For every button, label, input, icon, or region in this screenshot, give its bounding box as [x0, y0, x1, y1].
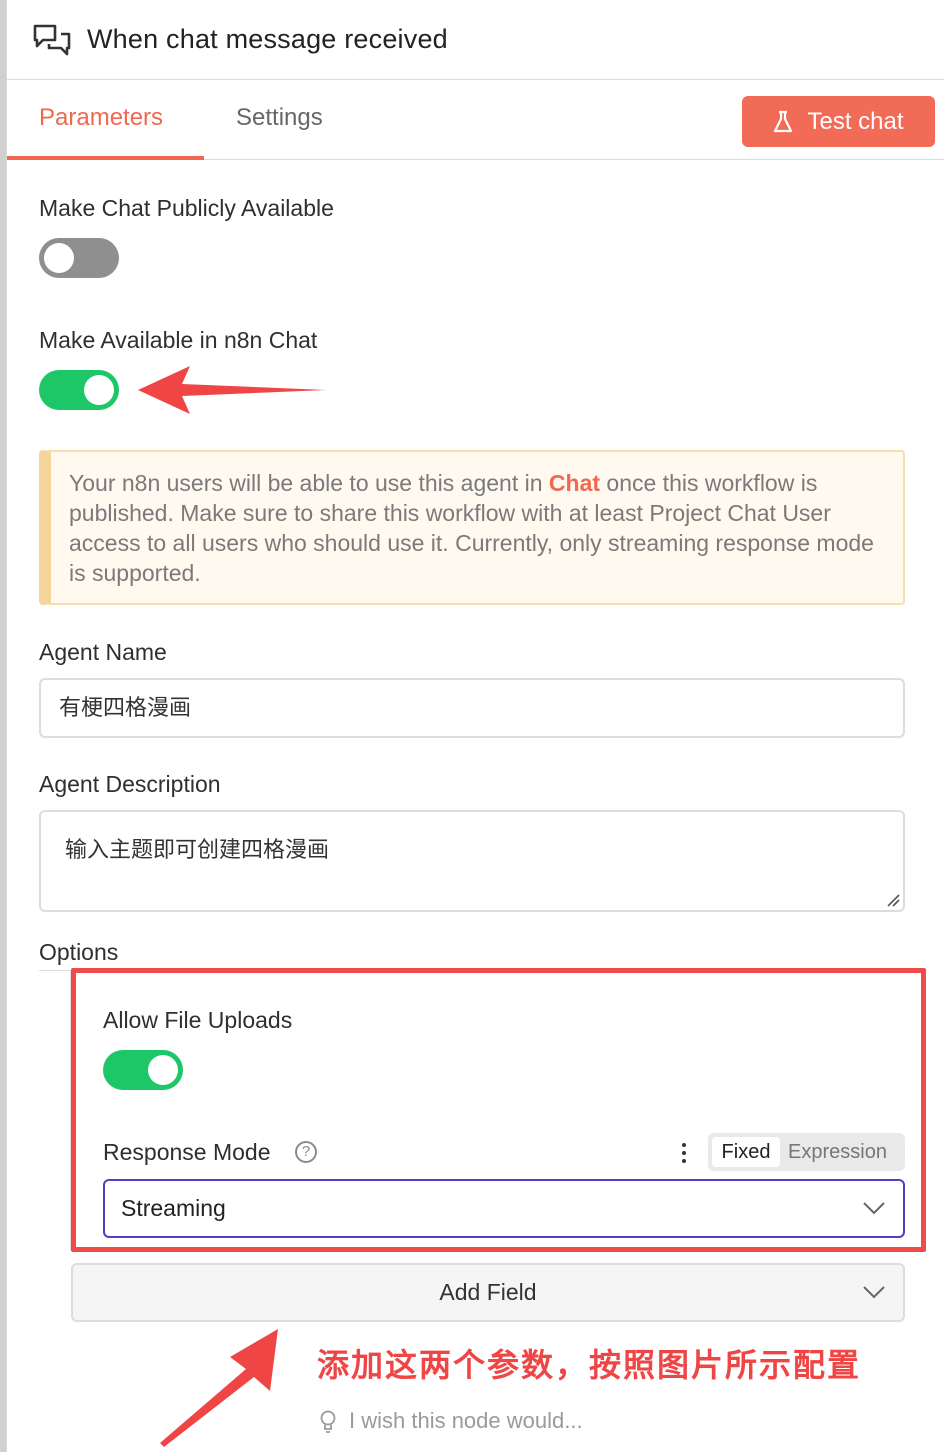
- toggle-knob: [84, 375, 114, 405]
- panel-header: When chat message received: [7, 0, 944, 80]
- agent-name-label: Agent Name: [39, 639, 167, 665]
- annotation-text: 添加这两个参数，按照图片所示配置: [317, 1346, 862, 1384]
- notice-text-start: Your n8n users will be able to use this …: [69, 470, 549, 496]
- tab-parameters[interactable]: Parameters: [39, 104, 163, 132]
- tab-settings[interactable]: Settings: [236, 104, 323, 132]
- tab-bar: Parameters Settings Test chat: [7, 80, 944, 160]
- info-notice: Your n8n users will be able to use this …: [39, 450, 905, 605]
- n8n-chat-toggle[interactable]: [39, 370, 119, 410]
- agent-name-input[interactable]: 有梗四格漫画: [39, 678, 905, 738]
- node-panel: When chat message received Parameters Se…: [6, 0, 944, 1452]
- test-chat-button[interactable]: Test chat: [742, 96, 935, 147]
- chat-bubbles-icon: [33, 24, 71, 56]
- panel-title: When chat message received: [87, 24, 448, 54]
- agent-description-textarea[interactable]: 输入主题即可创建四格漫画: [39, 810, 905, 912]
- n8n-chat-label: Make Available in n8n Chat: [39, 327, 318, 353]
- add-field-button[interactable]: Add Field: [71, 1263, 905, 1322]
- add-field-label: Add Field: [439, 1279, 537, 1305]
- annotation-highlight-box: [71, 968, 926, 1252]
- toggle-knob: [44, 243, 74, 273]
- agent-description-label: Agent Description: [39, 771, 221, 797]
- chevron-down-icon: [863, 1286, 885, 1299]
- notice-text: Your n8n users will be able to use this …: [69, 468, 885, 588]
- chat-link[interactable]: Chat: [549, 470, 600, 496]
- flask-icon: [774, 110, 793, 132]
- public-chat-label: Make Chat Publicly Available: [39, 195, 334, 221]
- options-label: Options: [39, 939, 119, 965]
- active-tab-indicator: [7, 156, 204, 160]
- resize-handle-icon[interactable]: [886, 893, 900, 907]
- options-divider: [39, 970, 71, 971]
- public-chat-toggle[interactable]: [39, 238, 119, 278]
- test-chat-label: Test chat: [807, 107, 904, 135]
- feedback-link[interactable]: I wish this node would...: [349, 1408, 583, 1434]
- lightbulb-icon: [320, 1410, 336, 1433]
- agent-description-value: 输入主题即可创建四格漫画: [65, 837, 330, 862]
